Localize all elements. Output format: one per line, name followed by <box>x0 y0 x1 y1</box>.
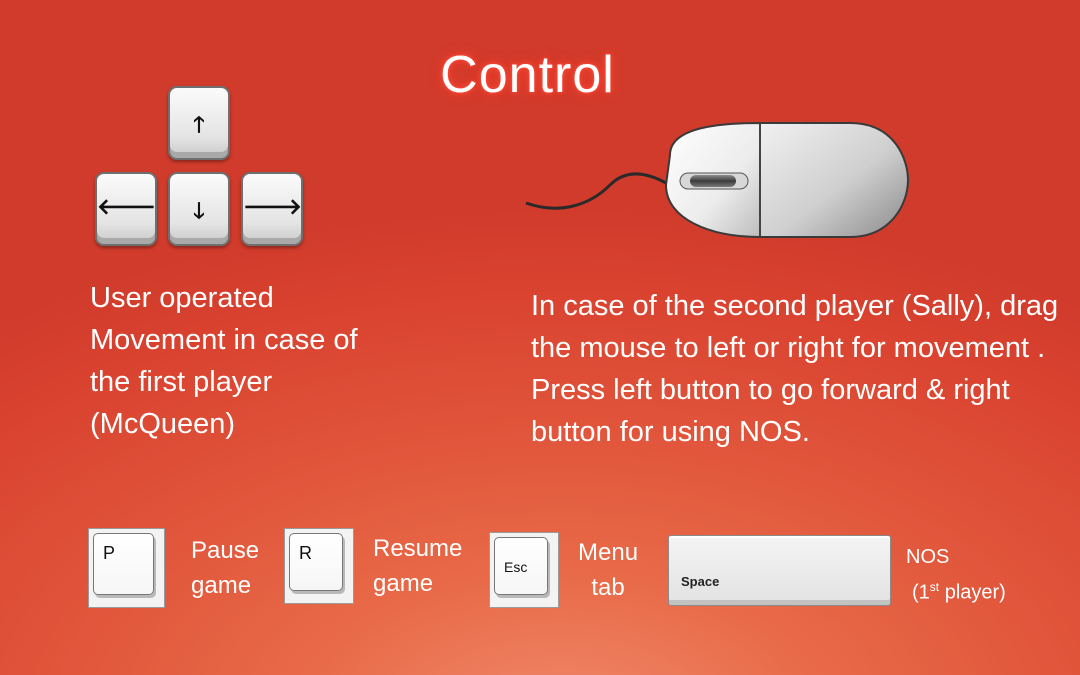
arrow-right-icon: 🡒 <box>243 195 302 220</box>
second-player-description: In case of the second player (Sally), dr… <box>531 290 1059 448</box>
space-key-label: Space <box>681 574 720 589</box>
first-player-description: User operated Movement in case of the fi… <box>90 282 358 440</box>
r-key-label: R <box>299 543 312 563</box>
left-arrow-key: 🡐 <box>95 172 157 246</box>
p-key-label: P <box>103 543 116 563</box>
r-key: R <box>284 528 354 604</box>
up-arrow-key: 🡑 <box>168 86 230 160</box>
menu-legend: Menu tab <box>578 539 639 601</box>
p-key: P <box>88 528 165 608</box>
right-arrow-key: 🡒 <box>241 172 303 246</box>
pause-legend: Pause game <box>191 537 260 599</box>
space-key: Space <box>668 535 891 606</box>
arrow-up-icon: 🡑 <box>193 113 205 138</box>
arrow-down-icon: 🡓 <box>193 199 205 224</box>
down-arrow-key: 🡓 <box>168 172 230 246</box>
page-title: Control <box>440 46 615 104</box>
nos-legend: NOS (1st player) <box>906 546 1006 604</box>
esc-key: Esc <box>489 532 559 608</box>
resume-legend: Resume game <box>373 535 463 597</box>
arrow-left-icon: 🡐 <box>97 195 156 220</box>
esc-key-label: Esc <box>504 559 528 575</box>
mouse-icon <box>525 121 910 239</box>
